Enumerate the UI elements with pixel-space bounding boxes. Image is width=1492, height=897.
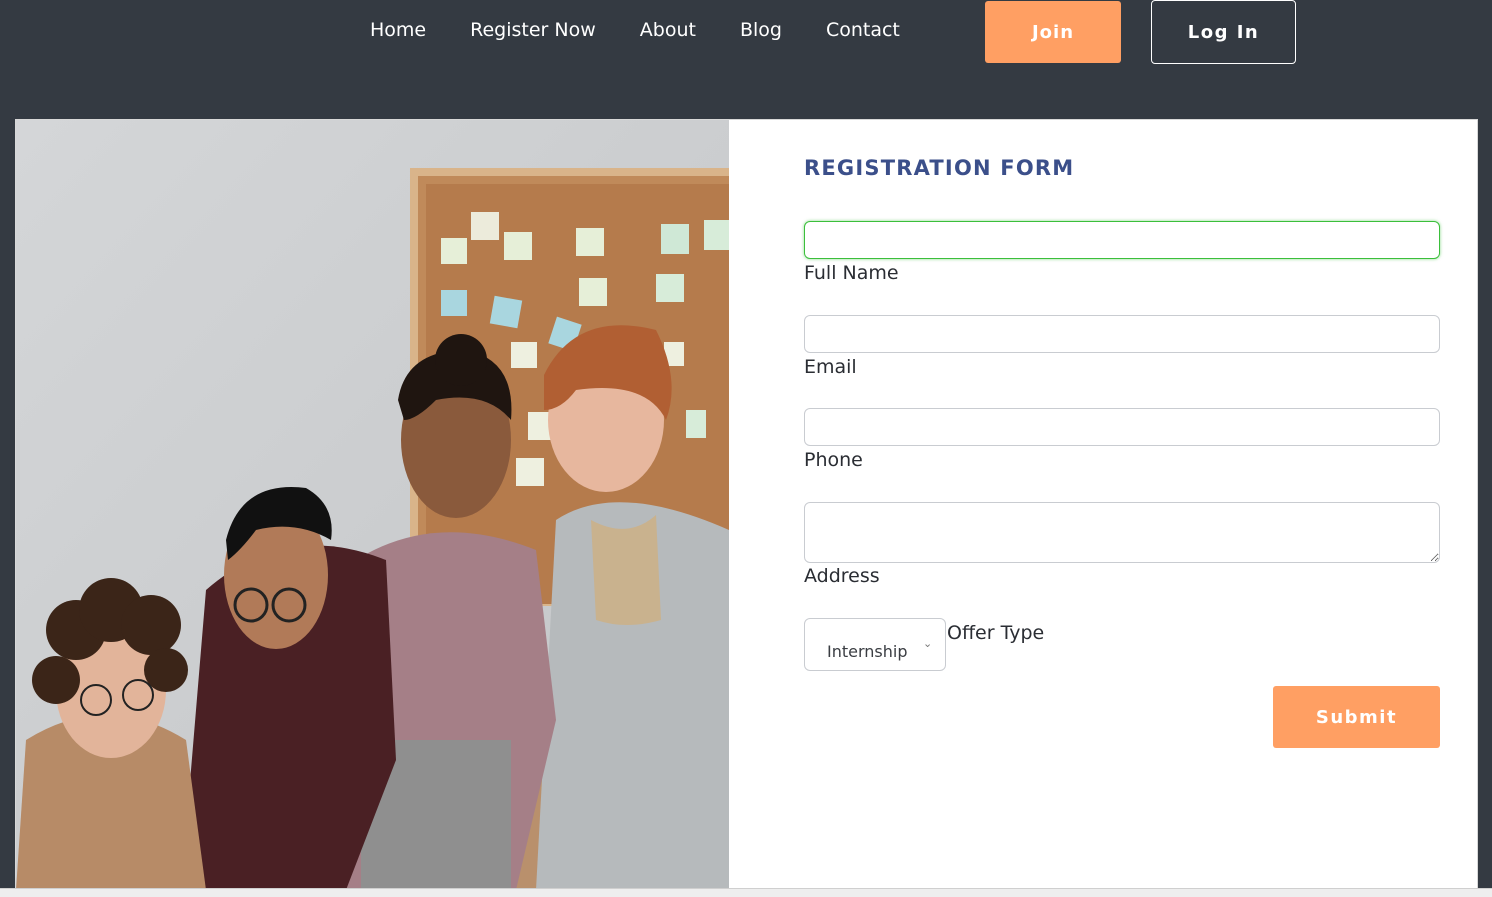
nav-link-about[interactable]: About bbox=[640, 16, 696, 44]
address-textarea[interactable] bbox=[804, 502, 1440, 563]
horizontal-scrollbar[interactable] bbox=[0, 888, 1492, 897]
full-name-label: Full Name bbox=[804, 262, 899, 284]
team-photo bbox=[16, 120, 729, 890]
nav-link-home[interactable]: Home bbox=[370, 16, 426, 44]
nav-links: Home Register Now About Blog Contact bbox=[370, 16, 944, 44]
form-title: REGISTRATION FORM bbox=[804, 156, 1075, 180]
offer-type-select[interactable]: Internship ⌄ bbox=[804, 618, 946, 671]
phone-input[interactable] bbox=[804, 408, 1440, 446]
email-label: Email bbox=[804, 356, 857, 378]
address-label: Address bbox=[804, 565, 880, 587]
phone-label: Phone bbox=[804, 449, 863, 471]
nav-link-blog[interactable]: Blog bbox=[740, 16, 782, 44]
join-button[interactable]: Join bbox=[985, 1, 1121, 63]
nav-link-register-now[interactable]: Register Now bbox=[470, 16, 596, 44]
submit-button[interactable]: Submit bbox=[1273, 686, 1440, 748]
login-button[interactable]: Log In bbox=[1151, 0, 1296, 64]
offer-type-label: Offer Type bbox=[947, 622, 1045, 644]
full-name-input[interactable] bbox=[804, 221, 1440, 259]
registration-card: REGISTRATION FORM Full Name Email Phone … bbox=[15, 119, 1478, 897]
nav-link-contact[interactable]: Contact bbox=[826, 16, 900, 44]
email-input[interactable] bbox=[804, 315, 1440, 353]
chevron-down-icon: ⌄ bbox=[923, 637, 933, 650]
offer-type-selected: Internship bbox=[827, 642, 908, 661]
